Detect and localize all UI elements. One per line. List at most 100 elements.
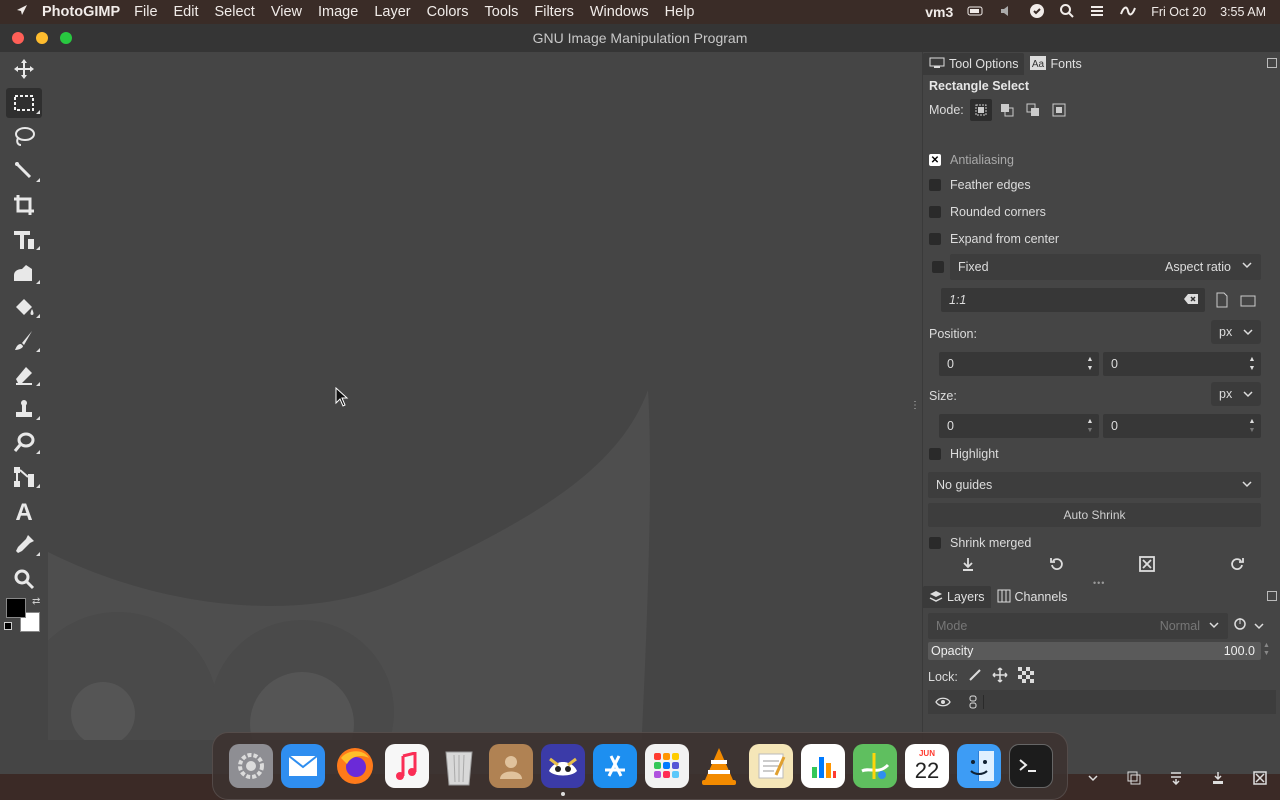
position-unit-select[interactable]: px	[1211, 320, 1261, 344]
spotlight-search-icon[interactable]	[1059, 3, 1075, 22]
clear-field-icon[interactable]	[1183, 293, 1199, 308]
chain-link-icon[interactable]	[962, 695, 984, 709]
warp-transform-tool-icon[interactable]	[6, 258, 42, 288]
menubar-time[interactable]: 3:55 AM	[1220, 5, 1266, 19]
system-preferences-icon[interactable]	[229, 744, 273, 788]
expand-from-center-row[interactable]: Expand from center	[929, 232, 1059, 246]
menu-tools[interactable]: Tools	[485, 4, 519, 20]
shrink-merged-row[interactable]: Shrink merged	[929, 536, 1031, 550]
image-canvas[interactable]: ⋮	[48, 52, 920, 774]
antialiasing-checkbox[interactable]: ✕	[929, 154, 941, 166]
opacity-slider[interactable]: Opacity 100.0	[928, 642, 1261, 660]
tab-fonts[interactable]: Aa Fonts	[1024, 53, 1087, 75]
guides-dropdown[interactable]: No guides	[928, 472, 1261, 498]
photogimp-icon[interactable]	[541, 744, 585, 796]
fixed-checkbox[interactable]	[932, 261, 944, 273]
visibility-eye-icon[interactable]	[932, 697, 954, 707]
menu-image[interactable]: Image	[318, 4, 358, 20]
app-name-menu[interactable]: PhotoGIMP	[42, 4, 120, 20]
trash-icon[interactable]	[437, 744, 481, 788]
opacity-spin-buttons[interactable]: ▲ ▼	[1263, 642, 1270, 658]
launchpad-icon[interactable]	[645, 744, 689, 788]
menu-file[interactable]: File	[134, 4, 157, 20]
bucket-fill-tool-icon[interactable]	[6, 292, 42, 322]
mail-icon[interactable]	[281, 744, 325, 788]
lock-position-icon[interactable]	[992, 667, 1008, 686]
vlc-icon[interactable]	[697, 744, 741, 788]
spin-buttons[interactable]: ▲ ▼	[1081, 414, 1099, 438]
paths-tool-icon[interactable]	[6, 462, 42, 492]
fuzzy-select-tool-icon[interactable]	[6, 156, 42, 186]
mode-replace-icon[interactable]	[969, 99, 992, 121]
duplicate-layer-icon[interactable]	[1127, 771, 1141, 790]
calendar-icon[interactable]: JUN 22	[905, 744, 949, 788]
lock-alpha-icon[interactable]	[1017, 667, 1034, 686]
text-tool-icon[interactable]: A	[6, 496, 42, 526]
control-center-icon[interactable]	[1089, 4, 1105, 21]
apple-menu-icon[interactable]	[0, 2, 34, 22]
save-options-icon[interactable]	[961, 557, 975, 576]
position-x-input[interactable]: 0 ▲ ▼	[939, 352, 1099, 376]
menu-filters[interactable]: Filters	[534, 4, 573, 20]
lock-pixels-icon[interactable]	[968, 668, 982, 685]
menu-view[interactable]: View	[271, 4, 302, 20]
ratio-input[interactable]: 1:1	[941, 288, 1205, 312]
foreground-color-swatch[interactable]	[6, 598, 26, 618]
delete-options-icon[interactable]	[1138, 555, 1155, 577]
unified-transform-tool-icon[interactable]	[6, 224, 42, 254]
eraser-tool-icon[interactable]	[6, 360, 42, 390]
spin-buttons[interactable]: ▲ ▼	[1243, 352, 1261, 376]
highlight-row[interactable]: Highlight	[929, 447, 999, 461]
tab-layers[interactable]: Layers	[923, 586, 991, 608]
landscape-icon[interactable]	[1240, 294, 1256, 312]
menu-windows[interactable]: Windows	[590, 4, 649, 20]
menu-select[interactable]: Select	[215, 4, 255, 20]
color-picker-tool-icon[interactable]	[6, 530, 42, 560]
spin-buttons[interactable]: ▲ ▼	[1081, 352, 1099, 376]
firefox-icon[interactable]	[333, 744, 377, 788]
menu-colors[interactable]: Colors	[427, 4, 469, 20]
numbers-icon[interactable]	[801, 744, 845, 788]
mode-add-icon[interactable]	[996, 99, 1018, 121]
antialiasing-row[interactable]: ✕ Antialiasing	[929, 153, 1014, 167]
textedit-icon[interactable]	[749, 744, 793, 788]
lasso-tool-icon[interactable]	[6, 122, 42, 152]
menu-edit[interactable]: Edit	[174, 4, 199, 20]
merge-layer-icon[interactable]	[1169, 771, 1183, 790]
swap-colors-icon[interactable]: ⇄	[32, 596, 40, 607]
delete-layer-icon[interactable]	[1253, 770, 1267, 790]
terminal-icon[interactable]	[1009, 744, 1053, 788]
maps-icon[interactable]	[853, 744, 897, 788]
menu-layer[interactable]: Layer	[374, 4, 410, 20]
music-icon[interactable]	[385, 744, 429, 788]
mask-layer-icon[interactable]	[1211, 771, 1225, 790]
smudge-tool-icon[interactable]	[6, 428, 42, 458]
fixed-dropdown[interactable]: Fixed Aspect ratio	[950, 254, 1261, 280]
layer-mode-dropdown[interactable]: Mode Normal	[928, 613, 1228, 639]
mode-intersect-icon[interactable]	[1048, 99, 1070, 121]
portrait-icon[interactable]	[1216, 292, 1228, 313]
control-toggle-icon[interactable]	[1029, 3, 1045, 22]
finder-icon[interactable]	[957, 744, 1001, 788]
user-name[interactable]: vm3	[925, 4, 953, 20]
highlight-checkbox[interactable]	[929, 448, 941, 460]
menubar-date[interactable]: Fri Oct 20	[1151, 5, 1206, 19]
feather-edges-row[interactable]: Feather edges	[929, 178, 1031, 192]
default-colors-icon[interactable]	[4, 622, 12, 630]
zoom-window-button[interactable]	[60, 32, 72, 44]
shrink-merged-checkbox[interactable]	[929, 537, 941, 549]
contacts-icon[interactable]	[489, 744, 533, 788]
auto-shrink-button[interactable]: Auto Shrink	[928, 503, 1261, 527]
expand-from-center-checkbox[interactable]	[929, 233, 941, 245]
rounded-corners-checkbox[interactable]	[929, 206, 941, 218]
configure-tab-icon[interactable]	[1267, 591, 1277, 601]
feather-edges-checkbox[interactable]	[929, 179, 941, 191]
window-titlebar[interactable]: GNU Image Manipulation Program	[0, 24, 1280, 52]
composite-mode-dropdown[interactable]	[1233, 613, 1275, 639]
tab-channels[interactable]: Channels	[991, 586, 1074, 608]
minimize-window-button[interactable]	[36, 32, 48, 44]
battery-icon[interactable]	[967, 5, 985, 20]
app-store-icon[interactable]	[593, 744, 637, 788]
zoom-tool-icon[interactable]	[6, 564, 42, 594]
mode-subtract-icon[interactable]	[1022, 99, 1044, 121]
